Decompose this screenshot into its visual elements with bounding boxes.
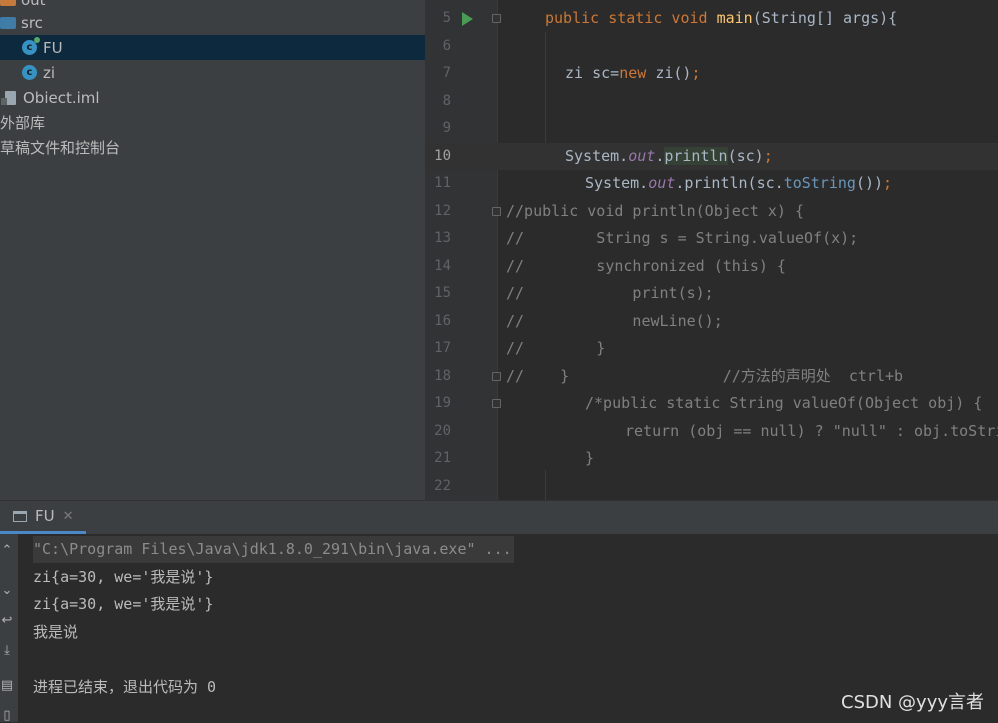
code-line[interactable]: 13 // String s = String.valueOf(x); xyxy=(425,225,998,252)
code-text: } xyxy=(585,449,595,467)
line-number: 7 xyxy=(442,65,451,81)
line-number: 6 xyxy=(442,38,451,54)
tree-item-label: 外部库 xyxy=(0,114,46,132)
run-tool-window-header: FU ✕ xyxy=(0,500,998,534)
module-file-icon xyxy=(1,90,16,105)
code-line[interactable]: 21 } xyxy=(425,445,998,472)
code-line[interactable]: 9 xyxy=(425,115,998,142)
console-line: zi{a=30, we='我是说'} xyxy=(33,595,214,613)
code-text: public static void main(String[] args){ xyxy=(545,9,898,27)
console-icon xyxy=(13,510,27,522)
line-number: 15 xyxy=(434,285,451,301)
console-line-command: "C:\Program Files\Java\jdk1.8.0_291\bin\… xyxy=(33,536,514,563)
code-line[interactable]: 7 zi sc=new zi(); xyxy=(425,60,998,87)
line-number: 19 xyxy=(434,395,451,411)
line-number: 17 xyxy=(434,340,451,356)
tree-item-scratches[interactable]: 草稿文件和控制台 xyxy=(0,135,425,160)
project-tree-panel: out src c FU c zi Obiect.iml 外部库 草稿文件和控制… xyxy=(0,0,425,500)
tree-item-iml[interactable]: Obiect.iml xyxy=(0,85,425,110)
code-line[interactable]: 15 // print(s); xyxy=(425,280,998,307)
fold-icon[interactable] xyxy=(492,399,501,408)
runnable-badge-icon xyxy=(34,37,40,43)
code-text: // print(s); xyxy=(506,284,714,302)
code-text: // newLine(); xyxy=(506,312,723,330)
code-text: System.out.println(sc); xyxy=(565,147,773,165)
code-line[interactable]: 6 xyxy=(425,33,998,60)
line-number: 5 xyxy=(442,10,451,26)
run-tab-fu[interactable]: FU ✕ xyxy=(0,501,86,534)
run-tab-label: FU xyxy=(35,507,55,525)
line-number: 22 xyxy=(434,478,451,494)
code-text: // synchronized (this) { xyxy=(506,257,786,275)
code-line-current[interactable]: 10 System.out.println(sc); xyxy=(425,143,998,170)
folder-icon xyxy=(0,16,16,29)
code-text: //public void println(Object x) { xyxy=(506,202,805,220)
code-text: // } xyxy=(506,339,606,357)
line-number: 12 xyxy=(434,203,451,219)
console-line-exit: 进程已结束，退出代码为 0 xyxy=(33,678,217,696)
close-icon[interactable]: ✕ xyxy=(63,509,74,524)
code-line[interactable]: 20 return (obj == null) ? "null" : obj.t… xyxy=(425,418,998,445)
scroll-down-icon[interactable]: ⌄ xyxy=(0,584,14,598)
console-line: zi{a=30, we='我是说'} xyxy=(33,568,214,586)
code-text: System.out.println(sc.toString()); xyxy=(585,174,893,192)
line-number: 9 xyxy=(442,120,451,136)
line-number: 8 xyxy=(442,93,451,109)
code-line[interactable]: 17 // } xyxy=(425,335,998,362)
line-number: 16 xyxy=(434,313,451,329)
fold-icon[interactable] xyxy=(492,14,501,23)
soft-wrap-icon[interactable]: ↩ xyxy=(0,614,14,628)
tree-item-external-libraries[interactable]: 外部库 xyxy=(0,110,425,135)
scroll-up-icon[interactable]: ⌃ xyxy=(0,544,14,558)
code-text: return (obj == null) ? "null" : obj.toSt… xyxy=(625,422,998,440)
scroll-to-end-icon[interactable]: ⤓ xyxy=(0,644,14,658)
run-gutter-icon[interactable] xyxy=(462,12,473,26)
print-icon[interactable]: ▤ xyxy=(0,679,14,693)
tree-item-label: 草稿文件和控制台 xyxy=(0,139,121,157)
code-line[interactable]: 19 /*public static String valueOf(Object… xyxy=(425,390,998,417)
fold-icon[interactable] xyxy=(492,207,501,216)
code-line[interactable]: 16 // newLine(); xyxy=(425,308,998,335)
code-editor[interactable]: 5 public static void main(String[] args)… xyxy=(425,0,998,500)
tree-item-fu[interactable]: c FU xyxy=(0,35,425,60)
tree-item-label: Obiect.iml xyxy=(23,88,100,107)
code-text: // String s = String.valueOf(x); xyxy=(506,229,859,247)
code-text: zi sc=new zi(); xyxy=(565,64,701,82)
java-class-icon: c xyxy=(22,37,40,55)
folder-icon xyxy=(0,0,16,6)
trash-icon[interactable]: ▯ xyxy=(0,709,14,723)
tree-item-label: src xyxy=(21,13,43,32)
code-line[interactable]: 11 System.out.println(sc.toString()); xyxy=(425,170,998,197)
code-line[interactable]: 14 // synchronized (this) { xyxy=(425,253,998,280)
line-number: 13 xyxy=(434,230,451,246)
tree-item-src[interactable]: src xyxy=(0,10,425,35)
line-number: 14 xyxy=(434,258,451,274)
code-line[interactable]: 8 xyxy=(425,88,998,115)
java-class-icon: c xyxy=(22,65,37,80)
line-number: 10 xyxy=(434,148,451,164)
code-line[interactable]: 5 public static void main(String[] args)… xyxy=(425,5,998,32)
line-number: 11 xyxy=(434,175,451,191)
tree-item-label: zi xyxy=(43,63,56,82)
code-text: // } //方法的声明处 ctrl+b xyxy=(506,367,904,385)
watermark: CSDN @yyy言者 xyxy=(841,692,984,713)
run-toolbar: ⌃ ⌄ ↩ ⤓ ▤ ▯ xyxy=(0,534,18,723)
code-line[interactable]: 22 xyxy=(425,473,998,500)
fold-icon[interactable] xyxy=(492,372,501,381)
tree-item-zi[interactable]: c zi xyxy=(0,60,425,85)
tree-item-label: out xyxy=(21,0,46,9)
line-number: 18 xyxy=(434,368,451,384)
tree-item-label: FU xyxy=(43,38,63,57)
code-text: /*public static String valueOf(Object ob… xyxy=(585,394,983,412)
console-line: 我是说 xyxy=(33,623,79,641)
line-number: 21 xyxy=(434,450,451,466)
code-line[interactable]: 18 // } //方法的声明处 ctrl+b xyxy=(425,363,998,390)
code-line[interactable]: 12 //public void println(Object x) { xyxy=(425,198,998,225)
line-number: 20 xyxy=(434,423,451,439)
